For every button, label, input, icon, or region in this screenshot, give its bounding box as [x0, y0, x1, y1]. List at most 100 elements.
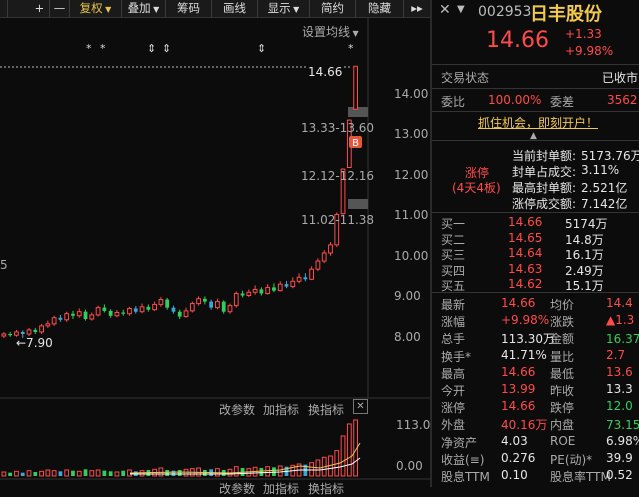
candle-body[interactable]	[26, 329, 32, 335]
candle-body[interactable]	[64, 313, 70, 321]
candle-body[interactable]	[127, 307, 132, 315]
candle-body[interactable]	[265, 286, 271, 294]
candle-body[interactable]	[165, 299, 170, 308]
bid-row[interactable]: 买五 14.62 15.1万	[432, 277, 639, 293]
bottom-edit-params[interactable]: 改参数	[219, 480, 255, 497]
bid-row[interactable]: 买二 14.65 14.8万	[432, 231, 639, 247]
event-marker-icon[interactable]: *	[348, 42, 354, 55]
candle-body[interactable]	[183, 310, 189, 318]
candle-body[interactable]	[158, 299, 164, 305]
candle-body[interactable]	[202, 298, 207, 302]
candle-body[interactable]	[227, 305, 233, 313]
candle-body[interactable]	[139, 306, 145, 313]
candle-body[interactable]	[284, 284, 289, 287]
volume-bars-group	[1, 419, 358, 477]
candle-body[interactable]	[58, 317, 63, 320]
bottom-add-indicator[interactable]: 加指标	[263, 480, 299, 497]
candle-body[interactable]	[290, 280, 296, 288]
candle-body[interactable]	[221, 301, 226, 312]
candle-body[interactable]	[277, 283, 283, 292]
zoom-in-button[interactable]: +	[30, 0, 50, 17]
candle-body[interactable]	[89, 314, 95, 320]
candle-body[interactable]	[76, 311, 82, 317]
candle-body[interactable]	[240, 293, 245, 296]
candle-body[interactable]	[233, 292, 239, 307]
event-marker-icon[interactable]: ⇕	[162, 42, 171, 55]
chips-button[interactable]: 筹码	[166, 0, 212, 17]
event-marker-icon[interactable]: ⇕	[257, 42, 266, 55]
candle-body[interactable]	[83, 311, 88, 319]
candle-body[interactable]	[196, 298, 201, 305]
candle-body[interactable]	[171, 307, 176, 312]
event-marker-icon[interactable]: *	[100, 42, 106, 55]
close-icon[interactable]: ✕	[439, 2, 451, 18]
bid-row[interactable]: 买四 14.63 2.49万	[432, 262, 639, 278]
candle-body[interactable]	[321, 252, 327, 262]
gap-box	[348, 199, 368, 209]
candle-body[interactable]	[102, 307, 107, 311]
expand-icon[interactable]: ▸▸	[404, 0, 430, 17]
candle-body[interactable]	[259, 289, 264, 294]
bid-row[interactable]: 买一 14.66 5174万	[432, 215, 639, 231]
kline-chart[interactable]: B * * ⇕ ⇕ ⇕ *	[0, 18, 430, 487]
close-icon[interactable]: ✕	[353, 399, 368, 414]
bid-price: 14.66	[508, 215, 543, 229]
candle-body[interactable]	[20, 331, 25, 334]
candle-body[interactable]	[309, 268, 315, 280]
candle-body[interactable]	[272, 287, 276, 291]
candle-body[interactable]	[146, 306, 151, 310]
candle-body[interactable]	[95, 307, 101, 316]
draw-button[interactable]: 画线	[212, 0, 258, 17]
zoom-out-button[interactable]: —	[50, 0, 70, 17]
candle-body[interactable]	[252, 288, 258, 293]
display-label: 显示	[267, 1, 291, 15]
candle-body[interactable]	[215, 301, 220, 309]
toolbar-edge	[0, 0, 8, 17]
candle-body[interactable]	[353, 65, 358, 110]
bid-row[interactable]: 买三 14.64 16.1万	[432, 246, 639, 262]
candle-body[interactable]	[108, 310, 113, 316]
caret-down-icon[interactable]: ▼	[457, 4, 465, 15]
candle-body[interactable]	[177, 311, 182, 317]
overlay-dropdown[interactable]: 叠加 ▼	[122, 0, 166, 17]
candle-body[interactable]	[328, 244, 333, 254]
event-marker-icon[interactable]: *	[86, 42, 92, 55]
bottom-switch-indicator[interactable]: 换指标	[308, 480, 344, 497]
open-account-banner[interactable]: 抓住机会，即刻开户！	[478, 114, 598, 131]
candle-body[interactable]	[303, 277, 308, 280]
candle-body[interactable]	[33, 329, 38, 332]
candle-body[interactable]	[133, 308, 138, 312]
candle-body[interactable]	[209, 301, 214, 308]
simple-button[interactable]: 简约	[310, 0, 356, 17]
volume-edit-params[interactable]: 改参数	[219, 401, 255, 418]
left-partial-label: 5	[0, 258, 8, 272]
ma-settings-button[interactable]: 设置均线 ▼	[302, 23, 359, 40]
candle-body[interactable]	[14, 331, 19, 336]
volume-bar	[265, 466, 271, 477]
candle-body[interactable]	[296, 276, 302, 282]
bid-label: 买三	[441, 248, 466, 262]
divider	[432, 111, 639, 112]
candle-body[interactable]	[51, 317, 57, 325]
candle-body[interactable]	[1, 333, 7, 337]
candle-body[interactable]	[39, 325, 44, 333]
candle-body[interactable]	[152, 303, 158, 311]
candle-body[interactable]	[71, 313, 75, 316]
display-dropdown[interactable]: 显示 ▼	[258, 0, 310, 17]
candle-body[interactable]	[45, 323, 51, 327]
volume-add-indicator[interactable]: 加指标	[263, 401, 299, 418]
candle-body[interactable]	[189, 303, 195, 312]
volume-bar	[33, 471, 38, 476]
volume-switch-indicator[interactable]: 换指标	[308, 401, 344, 418]
bid-volume: 14.8万	[565, 232, 604, 247]
candle-body[interactable]	[8, 333, 13, 336]
price-axis-label: 9.00	[394, 289, 421, 303]
candle-body[interactable]	[246, 291, 252, 297]
event-marker-icon[interactable]: ⇕	[147, 42, 156, 55]
candle-body[interactable]	[114, 312, 120, 317]
candle-body[interactable]	[315, 260, 321, 270]
adjust-dropdown[interactable]: 复权 ▼	[70, 0, 122, 17]
candle-body[interactable]	[121, 312, 126, 314]
hide-button[interactable]: 隐藏	[356, 0, 404, 17]
stock-name: 日丰股份	[530, 4, 602, 25]
